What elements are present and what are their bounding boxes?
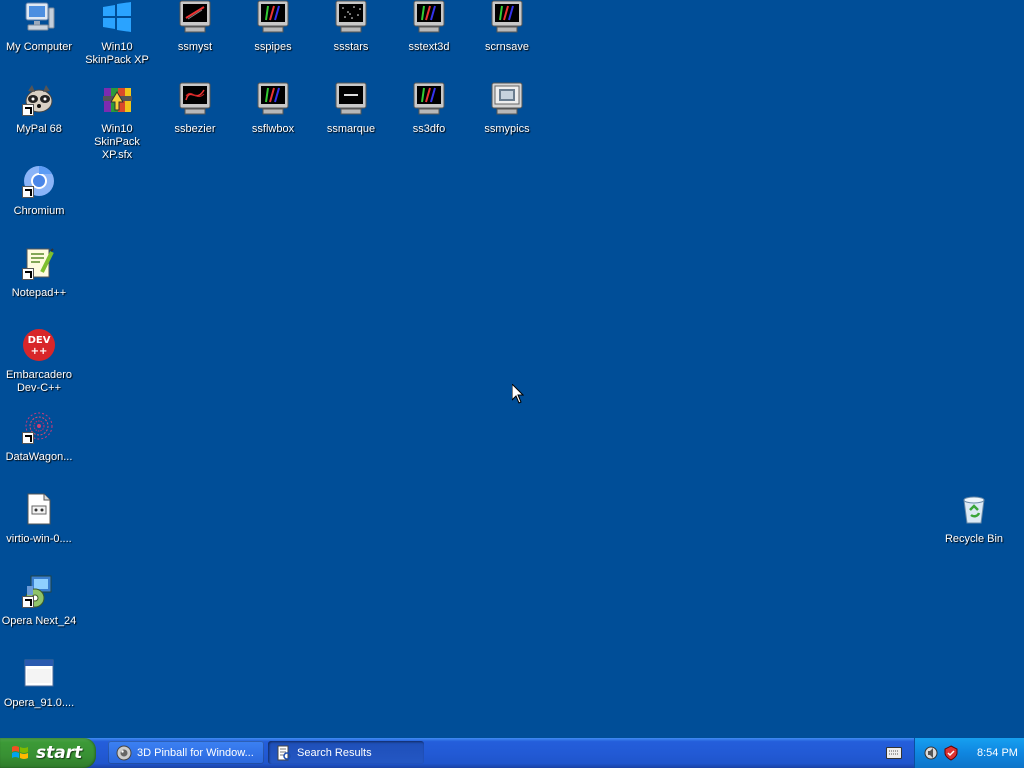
chromium-icon bbox=[22, 164, 56, 198]
screensaver-monitor-icon bbox=[490, 0, 524, 34]
icon-label: Win10 SkinPack XP bbox=[85, 41, 149, 66]
speaker-icon[interactable] bbox=[923, 745, 939, 761]
clock[interactable]: 8:54 PM bbox=[977, 747, 1018, 759]
search-document-icon bbox=[277, 745, 291, 760]
task-label: 3D Pinball for Window... bbox=[137, 746, 254, 759]
archive-books-icon bbox=[100, 82, 134, 116]
icon-label: ssmypics bbox=[484, 123, 530, 135]
devcpp-icon: DEV ++ bbox=[22, 328, 56, 362]
devcpp-icon-item[interactable]: DEV ++ Embarcadero Dev-C++ bbox=[0, 328, 78, 402]
sstext3d-icon-item[interactable]: sstext3d bbox=[390, 0, 468, 74]
chromium-icon-item[interactable]: Chromium bbox=[0, 164, 78, 238]
windows-flag-icon bbox=[12, 746, 28, 759]
notepadpp-icon bbox=[22, 246, 56, 280]
computer-icon bbox=[22, 0, 56, 34]
icon-label: Chromium bbox=[13, 205, 65, 217]
taskbar: start 3D Pinball for Window... Search Re… bbox=[0, 738, 1024, 768]
icon-label: sstext3d bbox=[408, 41, 450, 53]
pinball-icon bbox=[116, 745, 132, 760]
task-search-results[interactable]: Search Results bbox=[268, 741, 424, 764]
desktop[interactable]: My Computer Win10 SkinPack XP ssmyst ssp… bbox=[0, 0, 1024, 738]
icon-label: ss3dfo bbox=[412, 123, 446, 135]
start-label: start bbox=[36, 743, 83, 763]
raccoon-browser-icon bbox=[22, 82, 56, 116]
screensaver-monitor-icon bbox=[256, 0, 290, 34]
start-button[interactable]: start bbox=[0, 738, 96, 768]
keyboard-icon[interactable] bbox=[886, 747, 902, 759]
svg-text:++: ++ bbox=[31, 346, 48, 357]
ssmypics-icon-item[interactable]: ssmypics bbox=[468, 82, 546, 156]
ssmyst-icon-item[interactable]: ssmyst bbox=[156, 0, 234, 74]
icon-label: MyPal 68 bbox=[16, 123, 62, 135]
mouse-cursor-icon bbox=[512, 384, 524, 404]
ssstars-icon-item[interactable]: ssstars bbox=[312, 0, 390, 74]
screensaver-stars-icon bbox=[334, 0, 368, 34]
mypal-icon-item[interactable]: MyPal 68 bbox=[0, 82, 78, 156]
icon-label: ssmyst bbox=[177, 41, 213, 53]
shortcut-arrow-icon bbox=[22, 432, 34, 444]
icon-label: Notepad++ bbox=[11, 287, 67, 299]
icon-label: Win10 SkinPack XP.sfx bbox=[94, 123, 140, 161]
win10-skinpack-icon-item[interactable]: Win10 SkinPack XP bbox=[78, 0, 156, 74]
icon-label: ssflwbox bbox=[251, 123, 295, 135]
shortcut-arrow-icon bbox=[22, 268, 34, 280]
icon-label: Embarcadero Dev-C++ bbox=[5, 369, 73, 394]
screensaver-pictures-icon bbox=[490, 82, 524, 116]
svg-text:DEV: DEV bbox=[28, 335, 51, 346]
icon-label: sspipes bbox=[254, 41, 292, 53]
screensaver-monitor-icon bbox=[412, 0, 446, 34]
sspipes-icon-item[interactable]: sspipes bbox=[234, 0, 312, 74]
screensaver-bezier-icon bbox=[178, 82, 212, 116]
screensaver-monitor-icon bbox=[412, 82, 446, 116]
screensaver-marquee-icon bbox=[334, 82, 368, 116]
disc-image-file-icon bbox=[22, 492, 56, 526]
opera-next-icon-item[interactable]: Opera Next_24 bbox=[0, 574, 78, 648]
icon-label: ssstars bbox=[333, 41, 369, 53]
icon-label: scrnsave bbox=[484, 41, 530, 53]
win10-skinpack-sfx-icon-item[interactable]: Win10 SkinPack XP.sfx bbox=[78, 82, 156, 161]
windows-logo-icon bbox=[100, 0, 134, 34]
datawagon-icon bbox=[22, 410, 56, 444]
shortcut-arrow-icon bbox=[22, 104, 34, 116]
icon-label: My Computer bbox=[5, 41, 73, 53]
recycle-bin-icon-item[interactable]: Recycle Bin bbox=[935, 492, 1013, 566]
ssmarque-icon-item[interactable]: ssmarque bbox=[312, 82, 390, 156]
icon-label: ssbezier bbox=[174, 123, 216, 135]
screensaver-monitor-icon bbox=[178, 0, 212, 34]
shortcut-arrow-icon bbox=[22, 596, 34, 608]
installer-cd-icon bbox=[22, 574, 56, 608]
my-computer-icon-item[interactable]: My Computer bbox=[0, 0, 78, 74]
ssbezier-icon-item[interactable]: ssbezier bbox=[156, 82, 234, 156]
virtio-win-icon-item[interactable]: virtio-win-0.... bbox=[0, 492, 78, 566]
ssflwbox-icon-item[interactable]: ssflwbox bbox=[234, 82, 312, 156]
datawagon-icon-item[interactable]: DataWagon... bbox=[0, 410, 78, 484]
task-pinball[interactable]: 3D Pinball for Window... bbox=[108, 741, 264, 764]
icon-label: virtio-win-0.... bbox=[6, 533, 72, 545]
notepadpp-icon-item[interactable]: Notepad++ bbox=[0, 246, 78, 320]
ss3dfo-icon-item[interactable]: ss3dfo bbox=[390, 82, 468, 156]
application-window-icon bbox=[22, 656, 56, 690]
opera-91-icon-item[interactable]: Opera_91.0.... bbox=[0, 656, 78, 730]
task-label: Search Results bbox=[297, 746, 372, 759]
icon-label: DataWagon... bbox=[5, 451, 73, 463]
system-tray: 8:54 PM bbox=[914, 738, 1024, 768]
security-shield-icon[interactable] bbox=[943, 745, 959, 761]
icon-label: Recycle Bin bbox=[944, 533, 1004, 545]
shortcut-arrow-icon bbox=[22, 186, 34, 198]
icon-label: ssmarque bbox=[326, 123, 376, 135]
recycle-bin-icon bbox=[957, 492, 991, 526]
icon-label: Opera Next_24 bbox=[1, 615, 77, 627]
screensaver-monitor-icon bbox=[256, 82, 290, 116]
icon-label: Opera_91.0.... bbox=[3, 697, 75, 709]
scrnsave-icon-item[interactable]: scrnsave bbox=[468, 0, 546, 74]
